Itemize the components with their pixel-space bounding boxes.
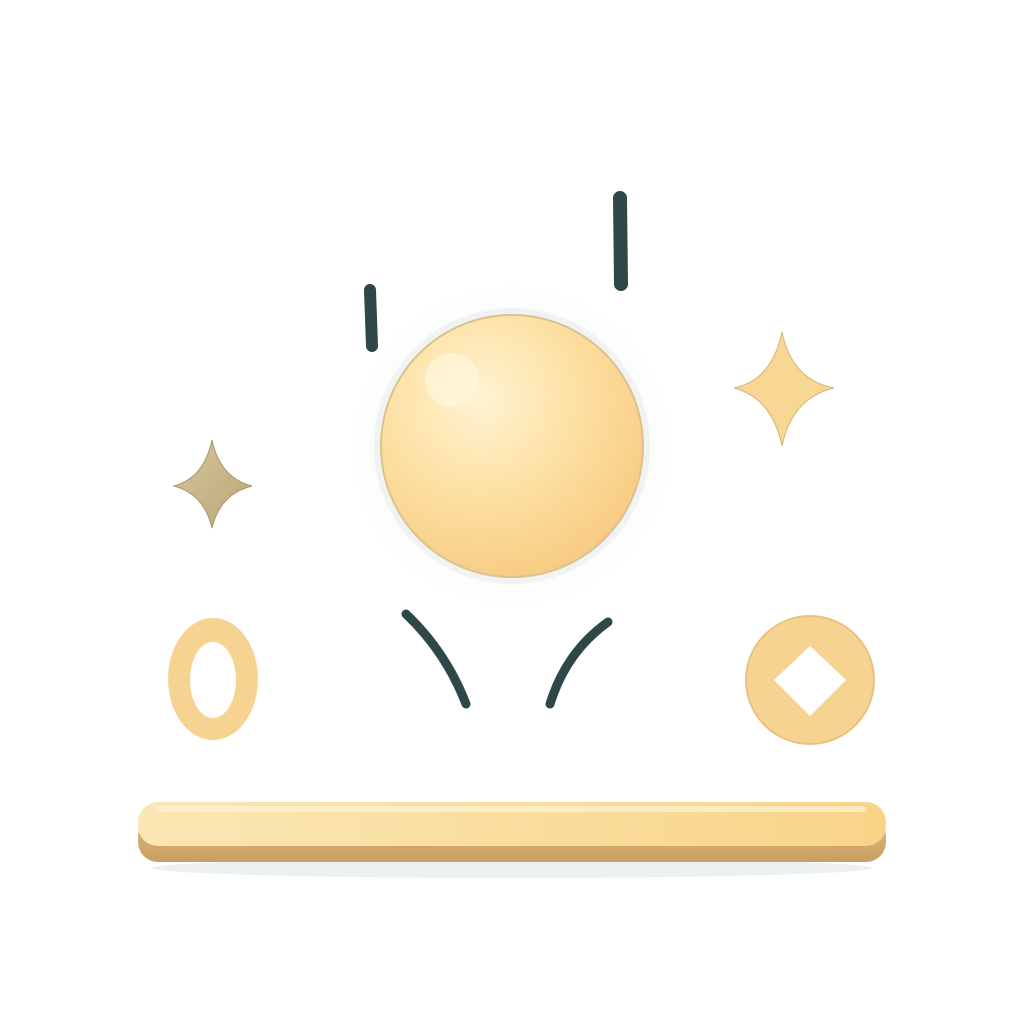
sparkle-left-icon bbox=[172, 439, 253, 529]
bounce-line-right bbox=[545, 617, 613, 709]
orb-icon bbox=[380, 314, 644, 578]
oval-ring-icon bbox=[168, 618, 258, 740]
motion-line-right bbox=[613, 191, 628, 291]
motion-line-left bbox=[364, 284, 378, 352]
platform-bar-icon bbox=[138, 802, 886, 878]
diamond-coin-icon bbox=[745, 615, 875, 745]
sparkle-right-icon bbox=[733, 331, 835, 447]
illustration-canvas bbox=[0, 0, 1024, 1024]
illustration-svg bbox=[138, 191, 886, 878]
orb-highlight bbox=[425, 353, 479, 407]
bounce-lines-icon bbox=[401, 609, 613, 709]
bounce-line-left bbox=[401, 609, 471, 709]
